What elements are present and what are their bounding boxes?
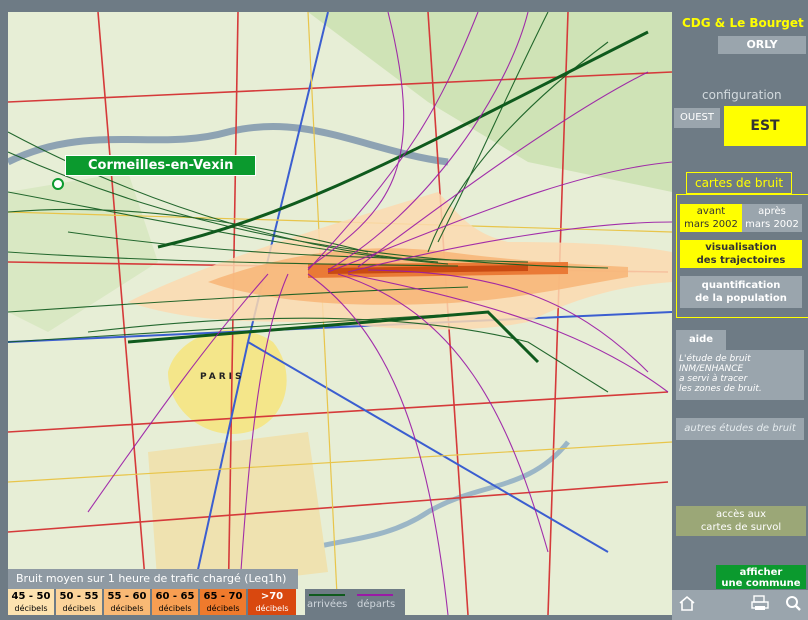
noise-map: Cormeilles-en-Vexin PARIS: [8, 12, 672, 615]
departures-label: départs: [357, 599, 396, 610]
paris-label: PARIS: [200, 372, 245, 382]
quantification-line2: de la population: [695, 293, 787, 304]
legend-band-6: >70 décibels: [248, 589, 296, 615]
map-canvas: [8, 12, 672, 615]
config-est-button[interactable]: EST: [724, 106, 806, 146]
config-ouest-button[interactable]: OUEST: [674, 108, 720, 128]
acces-cartes-survol-button[interactable]: accès aux cartes de survol: [676, 506, 806, 536]
acces-line2: cartes de survol: [700, 522, 782, 533]
departures-swatch: [357, 594, 393, 596]
arrivals-label: arrivées: [307, 599, 348, 610]
aide-text: L'étude de bruit INM/ENHANCE a servi à t…: [676, 350, 804, 400]
quantification-population-button[interactable]: quantification de la population: [680, 276, 802, 308]
legend-band-6-label: >70: [260, 591, 284, 602]
autres-etudes-button[interactable]: autres études de bruit: [676, 418, 804, 440]
control-panel: CDG & Le Bourget ORLY configuration OUES…: [672, 0, 808, 620]
legend-band-4-unit: décibels: [158, 604, 192, 613]
visualisation-trajectoires-button[interactable]: visualisation des trajectoires: [680, 240, 802, 268]
legend-band-2: 50 - 55 décibels: [56, 589, 104, 615]
home-icon[interactable]: [678, 594, 696, 616]
legend-bands: 45 - 50 décibels 50 - 55 décibels 55 - 60 d…: [8, 589, 296, 615]
legend-band-6-unit: décibels: [255, 604, 289, 613]
aide-text-line3: a servi à tracer: [679, 374, 748, 384]
legend-band-1-label: 45 - 50: [11, 591, 51, 602]
bottom-toolbar: [672, 590, 808, 620]
acces-line1: accès aux: [715, 509, 767, 520]
legend-band-3-unit: décibels: [110, 604, 144, 613]
apres-line1: après: [758, 206, 786, 217]
print-icon[interactable]: [750, 594, 770, 616]
apres-line2: mars 2002: [745, 219, 799, 230]
legend-band-3: 55 - 60 décibels: [104, 589, 152, 615]
tab-orly[interactable]: ORLY: [718, 36, 806, 54]
visualisation-line2: des trajectoires: [696, 255, 786, 266]
legend-title: Bruit moyen sur 1 heure de trafic chargé…: [8, 569, 298, 589]
legend-band-5-unit: décibels: [206, 604, 240, 613]
commune-marker[interactable]: [52, 178, 64, 190]
avant-mars-2002-button[interactable]: avant mars 2002: [680, 204, 742, 232]
cartes-de-bruit-header: cartes de bruit: [686, 172, 792, 194]
aide-text-line2: INM/ENHANCE: [679, 364, 744, 374]
avant-line1: avant: [696, 206, 726, 217]
tab-cdg-le-bourget[interactable]: CDG & Le Bourget: [682, 16, 804, 30]
legend-band-1-unit: décibels: [14, 604, 48, 613]
legend-band-2-unit: décibels: [62, 604, 96, 613]
legend-band-4-label: 60 - 65: [155, 591, 195, 602]
trajectory-legend: arrivées départs: [305, 589, 405, 615]
afficher-commune-button[interactable]: afficher une commune: [716, 565, 806, 589]
legend-band-1: 45 - 50 décibels: [8, 589, 56, 615]
configuration-label: configuration: [702, 88, 782, 102]
legend-band-4: 60 - 65 décibels: [152, 589, 200, 615]
aide-button[interactable]: aide: [676, 330, 726, 350]
legend-band-3-label: 55 - 60: [107, 591, 147, 602]
legend-band-5-label: 65 - 70: [203, 591, 243, 602]
aide-text-line4: les zones de bruit.: [679, 384, 762, 394]
arrivals-swatch: [309, 594, 345, 596]
legend-band-2-label: 50 - 55: [59, 591, 99, 602]
aide-text-line1: L'étude de bruit: [679, 354, 751, 364]
quantification-line1: quantification: [701, 280, 781, 291]
commune-label[interactable]: Cormeilles-en-Vexin: [65, 155, 257, 176]
afficher-line1: afficher: [739, 567, 783, 578]
apres-mars-2002-button[interactable]: après mars 2002: [742, 204, 802, 232]
avant-line2: mars 2002: [684, 219, 738, 230]
search-icon[interactable]: [784, 594, 802, 616]
legend-band-5: 65 - 70 décibels: [200, 589, 248, 615]
visualisation-line1: visualisation: [705, 242, 777, 253]
afficher-line2: une commune: [721, 578, 801, 589]
